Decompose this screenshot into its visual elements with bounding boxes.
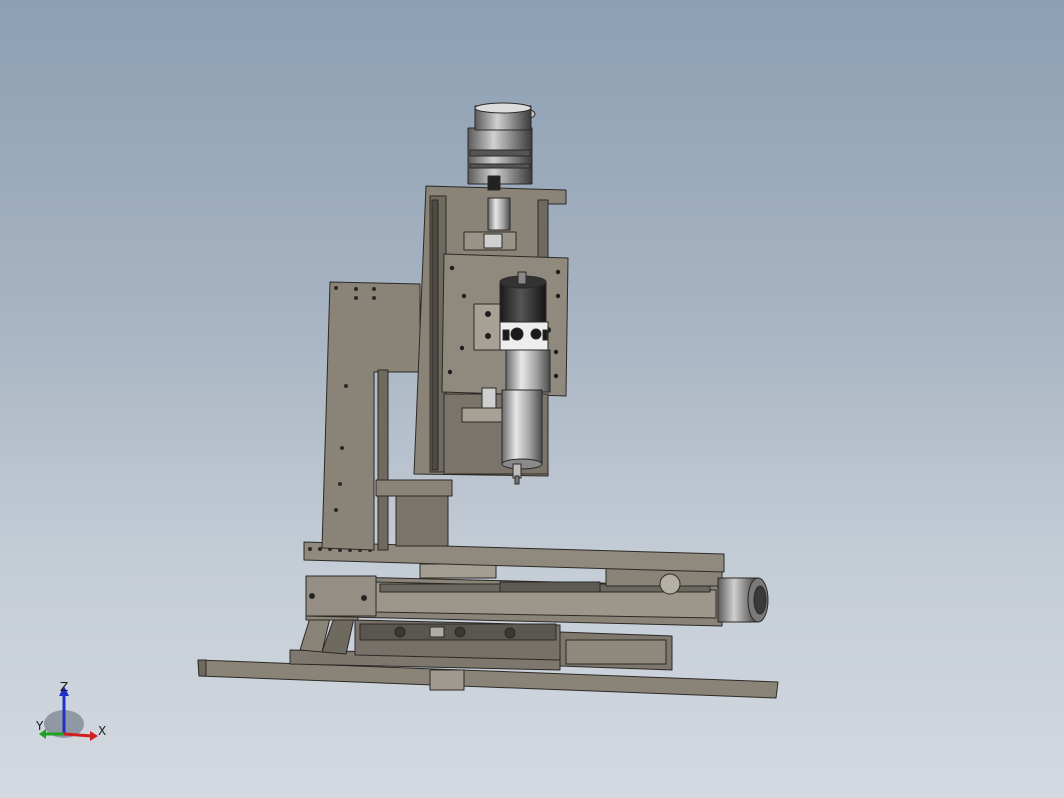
x-axis-module (305, 563, 723, 627)
graphics-viewport[interactable]: Z X Y (0, 0, 1064, 798)
y-axis-module (354, 619, 561, 661)
cad-model-cnc-machine[interactable] (0, 0, 1064, 798)
x-arrow-head (90, 731, 98, 741)
x-axis-arrow (63, 732, 93, 738)
view-orientation-triad[interactable]: Z X Y (30, 676, 110, 746)
z-axis-label: Z (60, 680, 68, 694)
x-axis-label: X (98, 724, 106, 738)
support-gusset (299, 611, 359, 655)
y-axis-label: Y (35, 719, 44, 733)
spindle-motor (499, 271, 549, 351)
z-axis-motor (467, 102, 536, 191)
